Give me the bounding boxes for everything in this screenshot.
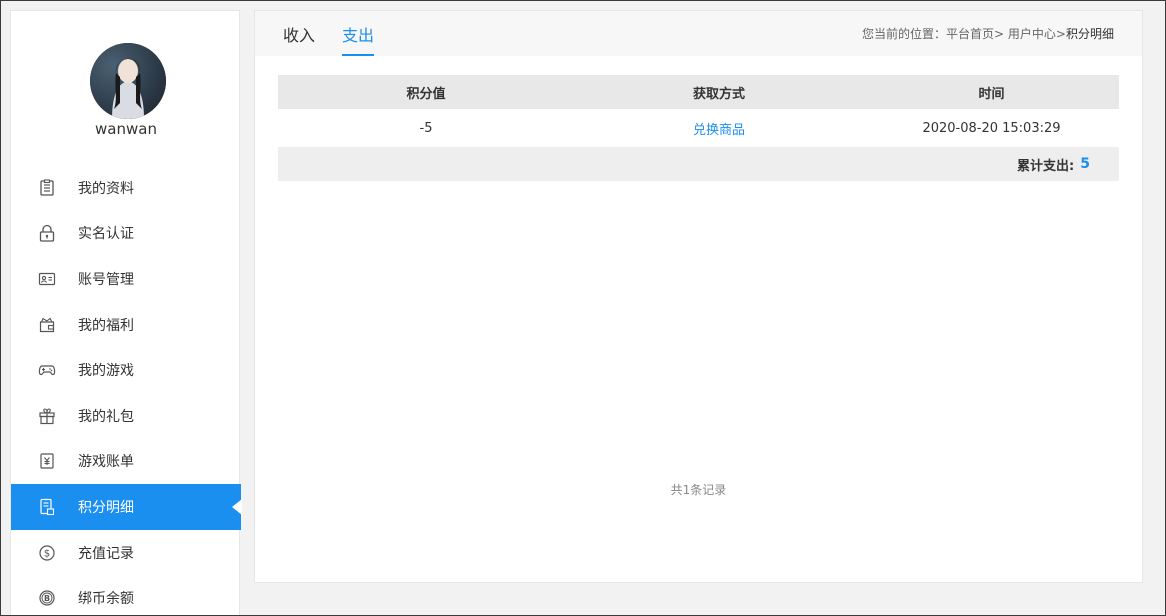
breadcrumb-user-center-link[interactable]: 用户中心	[1008, 27, 1056, 41]
sidebar-item-points[interactable]: 积分明细	[11, 484, 242, 530]
total-label: 累计支出:	[1017, 158, 1075, 174]
sidebar: wanwan 我的资料 实名认证 账号管理 我的福利 我的游戏 我的礼包 游戏账…	[10, 10, 242, 616]
lock-icon	[37, 223, 57, 243]
breadcrumb-separator: >	[994, 27, 1005, 41]
breadcrumb-prefix: 您当前的位置：	[861, 27, 946, 41]
column-header-points: 积分值	[406, 86, 446, 102]
sidebar-item-profile[interactable]: 我的资料	[11, 165, 241, 211]
table-header: 积分值 获取方式 时间	[278, 75, 1119, 109]
main-header: 收入 支出 您当前的位置：平台首页> 用户中心>积分明细	[255, 11, 1142, 56]
active-tab-indicator	[342, 54, 375, 56]
record-count: 共1条记录	[670, 483, 727, 497]
sidebar-item-label: 我的福利	[78, 317, 134, 334]
sidebar-item-recharge[interactable]: $ 充值记录	[11, 530, 241, 576]
method-link[interactable]: 兑换商品	[693, 123, 745, 138]
tab-label: 收入	[283, 26, 316, 45]
breadcrumb: 您当前的位置：平台首页> 用户中心>积分明细	[862, 26, 1114, 42]
sidebar-item-label: 实名认证	[78, 226, 134, 243]
sidebar-item-label: 游戏账单	[78, 454, 134, 471]
breadcrumb-current: 积分明细	[1065, 27, 1114, 41]
breadcrumb-separator: >	[1055, 27, 1066, 41]
sidebar-item-games[interactable]: 我的游戏	[11, 347, 241, 393]
column-header-method: 获取方式	[692, 86, 745, 102]
profile-icon	[37, 178, 57, 198]
table-total: 累计支出: 5	[278, 147, 1119, 181]
main-panel: 收入 支出 您当前的位置：平台首页> 用户中心>积分明细 积分值 获取方式 时间…	[254, 10, 1143, 583]
cell-points: -5	[419, 120, 433, 136]
tab-label: 支出	[342, 26, 375, 45]
svg-text:B: B	[44, 594, 50, 603]
table-row: -5 兑换商品 2020-08-20 15:03:29	[278, 109, 1119, 147]
gift-icon	[37, 406, 57, 426]
column-header-time: 时间	[978, 86, 1005, 102]
tab-income[interactable]: 收入	[283, 25, 315, 47]
username: wanwan	[95, 120, 157, 138]
sidebar-item-verification[interactable]: 实名认证	[11, 211, 241, 257]
cell-method: 兑换商品	[574, 119, 864, 138]
sidebar-item-label: 我的资料	[78, 180, 134, 197]
avatar[interactable]	[90, 43, 166, 119]
total-value: 5	[1080, 156, 1090, 172]
tab-expense[interactable]: 支出	[342, 25, 375, 56]
b-coin-icon: B	[37, 588, 57, 608]
bill-icon	[37, 451, 57, 471]
sidebar-item-label: 充值记录	[78, 545, 134, 562]
id-card-icon	[37, 269, 57, 289]
sidebar-item-welfare[interactable]: 我的福利	[11, 302, 241, 348]
sidebar-item-label: 积分明细	[78, 499, 134, 516]
wallet-icon	[37, 315, 57, 335]
svg-text:$: $	[44, 548, 50, 559]
gamepad-icon	[37, 360, 57, 380]
cell-time: 2020-08-20 15:03:29	[922, 120, 1061, 136]
sidebar-item-gifts[interactable]: 我的礼包	[11, 393, 241, 439]
sidebar-item-bound-coins[interactable]: B 绑币余额	[11, 575, 241, 616]
points-icon	[37, 497, 57, 517]
breadcrumb-home-link[interactable]: 平台首页	[946, 27, 994, 41]
dollar-coin-icon: $	[37, 543, 57, 563]
sidebar-item-label: 我的游戏	[78, 363, 134, 380]
sidebar-item-label: 绑币余额	[78, 591, 134, 608]
sidebar-item-account[interactable]: 账号管理	[11, 256, 241, 302]
sidebar-item-label: 我的礼包	[78, 408, 134, 425]
sidebar-menu: 我的资料 实名认证 账号管理 我的福利 我的游戏 我的礼包 游戏账单 积分明细 …	[11, 165, 242, 616]
sidebar-item-label: 账号管理	[78, 271, 134, 288]
sidebar-item-bills[interactable]: 游戏账单	[11, 439, 241, 485]
points-table: 积分值 获取方式 时间 -5 兑换商品 2020-08-20 15:03:29 …	[278, 75, 1119, 181]
avatar-image	[90, 43, 166, 119]
